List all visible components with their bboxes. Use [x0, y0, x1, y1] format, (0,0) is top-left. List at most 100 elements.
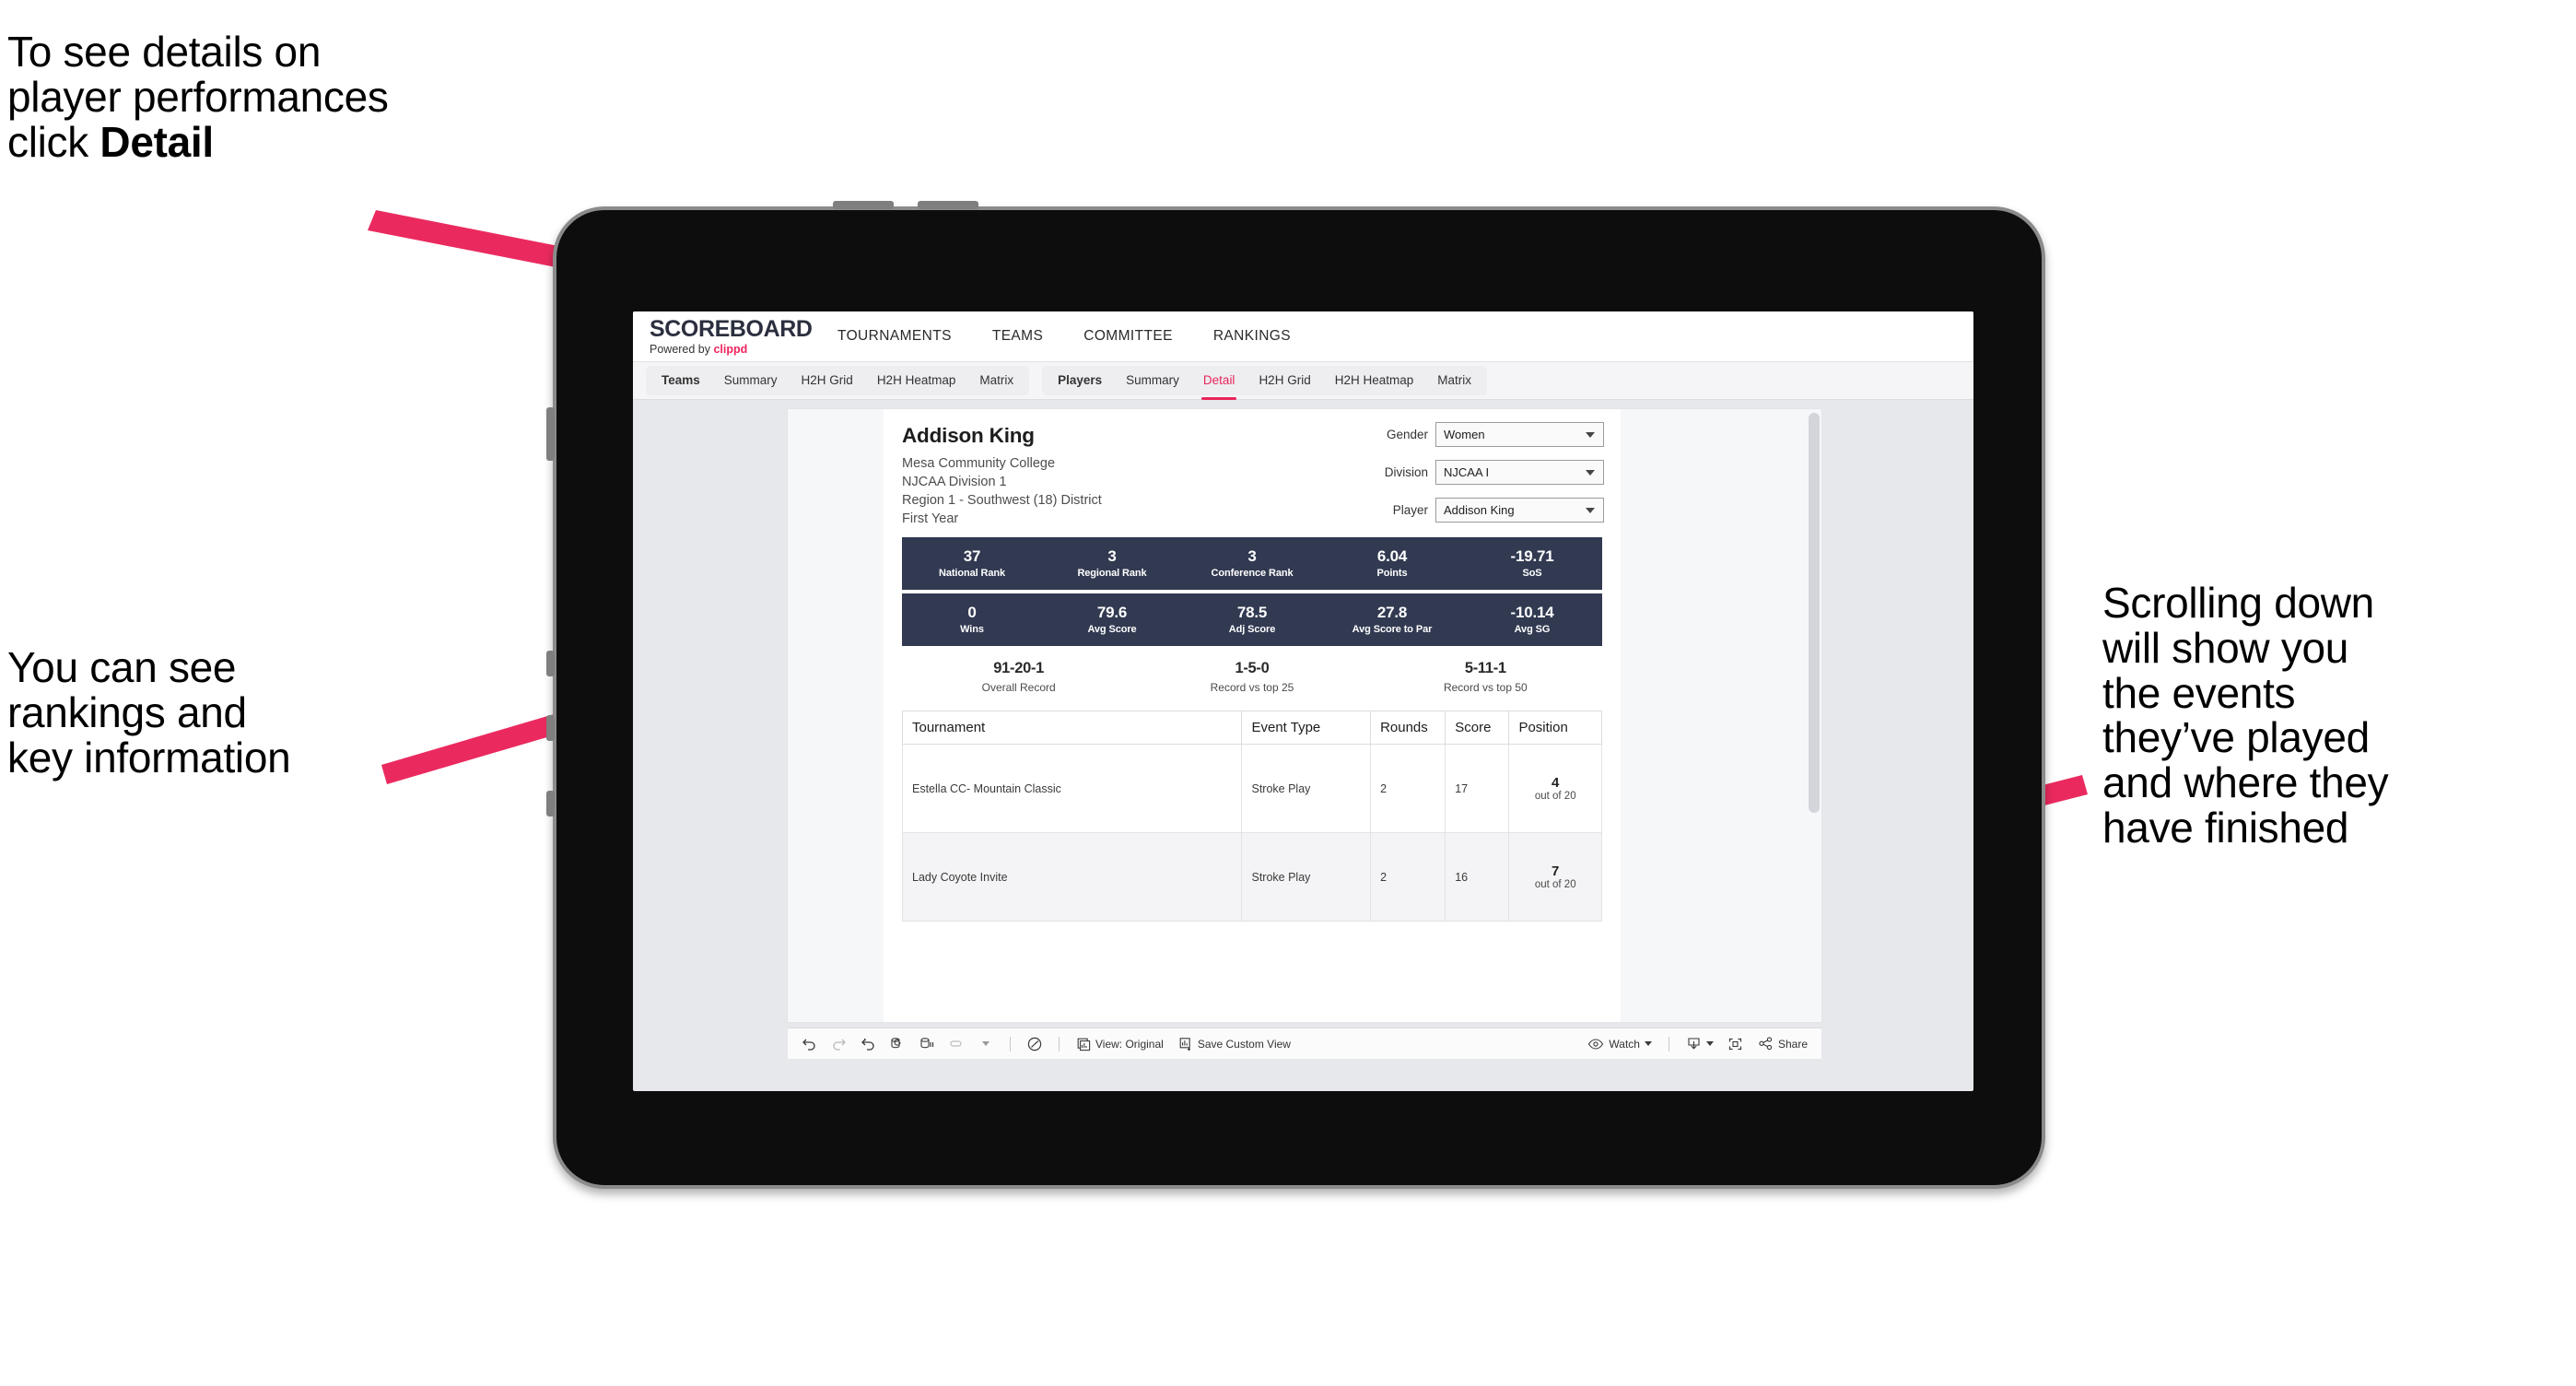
tab-teams-matrix[interactable]: Matrix — [967, 366, 1025, 395]
col-score[interactable]: Score — [1445, 711, 1510, 745]
save-custom-view-button[interactable]: Save Custom View — [1172, 1037, 1297, 1051]
topnav-rankings[interactable]: RANKINGS — [1193, 328, 1311, 345]
tab-players-h2h-grid[interactable]: H2H Grid — [1247, 366, 1322, 395]
stat-wins: 0 Wins — [902, 604, 1042, 636]
filter-division-value: NJCAA I — [1444, 465, 1490, 479]
col-rounds[interactable]: Rounds — [1370, 711, 1446, 745]
share-label: Share — [1777, 1037, 1808, 1051]
app-header: SCOREBOARD Powered by clippd TOURNAMENTS… — [633, 311, 1973, 362]
col-tournament[interactable]: Tournament — [901, 711, 1243, 745]
cell-event-type: Stroke Play — [1241, 832, 1372, 922]
loop-icon[interactable] — [943, 1033, 970, 1055]
tab-players-summary[interactable]: Summary — [1114, 366, 1191, 395]
filter-gender-label: Gender — [1386, 428, 1428, 441]
record-label: Overall Record — [981, 681, 1056, 694]
stat-national-rank: 37 National Rank — [902, 547, 1042, 580]
side-button-1[interactable] — [546, 651, 555, 676]
chevron-down-icon — [982, 1041, 989, 1046]
app-logo[interactable]: SCOREBOARD Powered by clippd — [633, 317, 817, 356]
vertical-scrollbar[interactable] — [1807, 409, 1821, 1022]
undo-icon[interactable] — [795, 1033, 823, 1055]
col-position[interactable]: Position — [1508, 711, 1602, 745]
tab-teams-summary[interactable]: Summary — [712, 366, 790, 395]
save-custom-view-label: Save Custom View — [1197, 1037, 1291, 1051]
logo-tagline: Powered by clippd — [650, 344, 817, 356]
annotation-top-left-bold: Detail — [100, 117, 214, 166]
revert-icon[interactable] — [854, 1033, 882, 1055]
table-row[interactable]: Estella CC- Mountain Classic Stroke Play… — [901, 744, 1602, 833]
slide-canvas: To see details on player performances cl… — [0, 0, 2576, 1386]
tabgroup-players: Players Summary Detail H2H Grid H2H Heat… — [1042, 366, 1487, 400]
tab-players-detail[interactable]: Detail — [1191, 366, 1247, 400]
stat-label: Regional Rank — [1077, 568, 1147, 580]
filter-player-label: Player — [1392, 503, 1428, 517]
stat-value: -19.71 — [1510, 546, 1554, 565]
volume-up-button[interactable] — [833, 201, 894, 209]
record-label: Record vs top 50 — [1443, 681, 1528, 694]
table-row[interactable]: Lady Coyote Invite Stroke Play 2 16 7 ou… — [901, 832, 1602, 922]
volume-down-button[interactable] — [918, 201, 978, 209]
topnav-tournaments[interactable]: TOURNAMENTS — [817, 328, 972, 345]
fullscreen-button[interactable] — [1722, 1033, 1750, 1055]
tab-players-h2h-heatmap[interactable]: H2H Heatmap — [1323, 366, 1426, 395]
position-number: 4 — [1551, 774, 1560, 791]
events-table-header: Tournament Event Type Rounds Score Posit… — [901, 711, 1602, 745]
cell-tournament: Lady Coyote Invite — [901, 832, 1243, 922]
pause-auto-update-icon[interactable] — [1021, 1033, 1048, 1055]
annotation-right: Scrolling down will show you the events … — [2102, 579, 2389, 852]
stat-label: Adj Score — [1228, 624, 1276, 636]
filter-player-select[interactable]: Addison King — [1435, 498, 1604, 523]
stat-label: SoS — [1522, 568, 1542, 580]
position-out-of: out of 20 — [1534, 791, 1576, 803]
download-button[interactable] — [1680, 1037, 1720, 1051]
tab-teams[interactable]: Teams — [650, 366, 712, 395]
tab-players-matrix[interactable]: Matrix — [1425, 366, 1483, 395]
cell-rounds: 2 — [1370, 744, 1446, 833]
view-original-button[interactable]: View: Original — [1070, 1037, 1170, 1051]
stat-points: 6.04 Points — [1322, 547, 1462, 579]
side-button-3[interactable] — [546, 791, 555, 816]
fullscreen-icon — [1729, 1038, 1742, 1050]
scrollbar-thumb[interactable] — [1809, 413, 1820, 813]
tab-players[interactable]: Players — [1046, 366, 1114, 395]
filter-gender-select[interactable]: Women — [1435, 422, 1604, 447]
watch-button[interactable]: Watch — [1581, 1038, 1658, 1051]
topnav-teams[interactable]: TEAMS — [972, 328, 1063, 345]
view-chart-icon — [1077, 1038, 1091, 1051]
share-button[interactable]: Share — [1751, 1037, 1814, 1051]
tab-teams-h2h-grid[interactable]: H2H Grid — [790, 366, 865, 395]
view-original-label: View: Original — [1095, 1037, 1164, 1051]
filter-division-select[interactable]: NJCAA I — [1435, 460, 1604, 485]
record-value: 1-5-0 — [1235, 660, 1270, 676]
redo-icon[interactable] — [825, 1033, 852, 1055]
loop-dropdown-icon[interactable] — [972, 1033, 1000, 1055]
side-button-2[interactable] — [546, 715, 555, 741]
share-icon — [1759, 1037, 1773, 1051]
record-overall: 91-20-1 Overall Record — [902, 660, 1135, 694]
stat-value: 78.5 — [1236, 603, 1268, 621]
stat-avg-score-to-par: 27.8 Avg Score to Par — [1322, 604, 1462, 635]
tab-teams-h2h-heatmap[interactable]: H2H Heatmap — [865, 366, 968, 395]
player-header: Addison King Mesa Community College NJCA… — [884, 409, 1621, 537]
stat-label: Conference Rank — [1211, 568, 1294, 580]
annotation-mid-left: You can see rankings and key information — [7, 643, 291, 781]
cell-tournament: Estella CC- Mountain Classic — [901, 744, 1243, 833]
topnav-committee[interactable]: COMMITTEE — [1063, 328, 1193, 345]
power-button[interactable] — [546, 407, 555, 461]
record-vs-top-50: 5-11-1 Record vs top 50 — [1369, 660, 1602, 694]
stat-avg-sg: -10.14 Avg SG — [1462, 604, 1602, 635]
watch-label: Watch — [1609, 1037, 1640, 1051]
col-event-type[interactable]: Event Type — [1241, 711, 1372, 745]
save-view-icon — [1179, 1037, 1190, 1051]
eye-icon — [1588, 1038, 1604, 1050]
stat-label: National Rank — [938, 568, 1006, 580]
stat-sos: -19.71 SoS — [1462, 546, 1602, 580]
tablet-device: SCOREBOARD Powered by clippd TOURNAMENTS… — [546, 201, 2045, 1189]
stat-label: Wins — [960, 624, 984, 636]
cell-score: 17 — [1445, 744, 1510, 833]
pause-data-icon[interactable] — [913, 1033, 941, 1055]
refresh-data-icon[interactable] — [884, 1033, 911, 1055]
cell-score: 16 — [1445, 832, 1510, 922]
events-table-body: Estella CC- Mountain Classic Stroke Play… — [901, 744, 1602, 922]
table-header-row: Tournament Event Type Rounds Score Posit… — [901, 711, 1602, 745]
